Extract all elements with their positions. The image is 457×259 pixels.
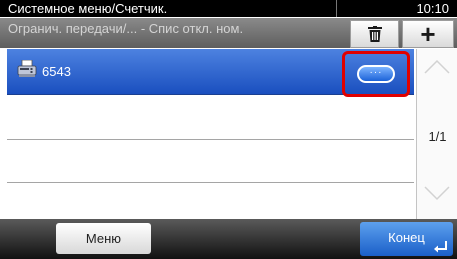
page-indicator: 1/1 (428, 129, 447, 144)
clock: 10:10 (416, 1, 449, 16)
end-button[interactable]: Конец (360, 222, 453, 256)
status-bar: Системное меню/Счетчик. 10:10 (0, 0, 457, 17)
chevron-up-icon[interactable] (421, 57, 453, 77)
list-item[interactable] (7, 96, 414, 140)
enter-icon (434, 241, 447, 253)
menu-button-label: Меню (85, 231, 122, 246)
menu-button[interactable]: Меню (56, 223, 151, 254)
trash-icon (367, 26, 382, 42)
list-item[interactable] (7, 141, 414, 183)
title-divider (336, 0, 337, 17)
delete-button[interactable] (350, 20, 399, 48)
add-button[interactable]: + (402, 20, 454, 48)
bottom-bar: Меню Конец (0, 219, 457, 259)
detail-label: ··· (369, 66, 383, 78)
scrollbar[interactable]: 1/1 (416, 49, 457, 219)
list-item-label: 6543 (42, 64, 71, 79)
fax-icon (17, 60, 37, 77)
detail-button[interactable]: ··· (357, 65, 395, 83)
breadcrumb: Огранич. передачи/... - Спис откл. ном. (8, 21, 244, 36)
add-label: + (420, 19, 436, 49)
window-title: Системное меню/Счетчик. (8, 1, 168, 16)
chevron-down-icon[interactable] (421, 183, 453, 203)
list-item[interactable] (7, 184, 414, 220)
detail-highlight: ··· (342, 51, 410, 97)
